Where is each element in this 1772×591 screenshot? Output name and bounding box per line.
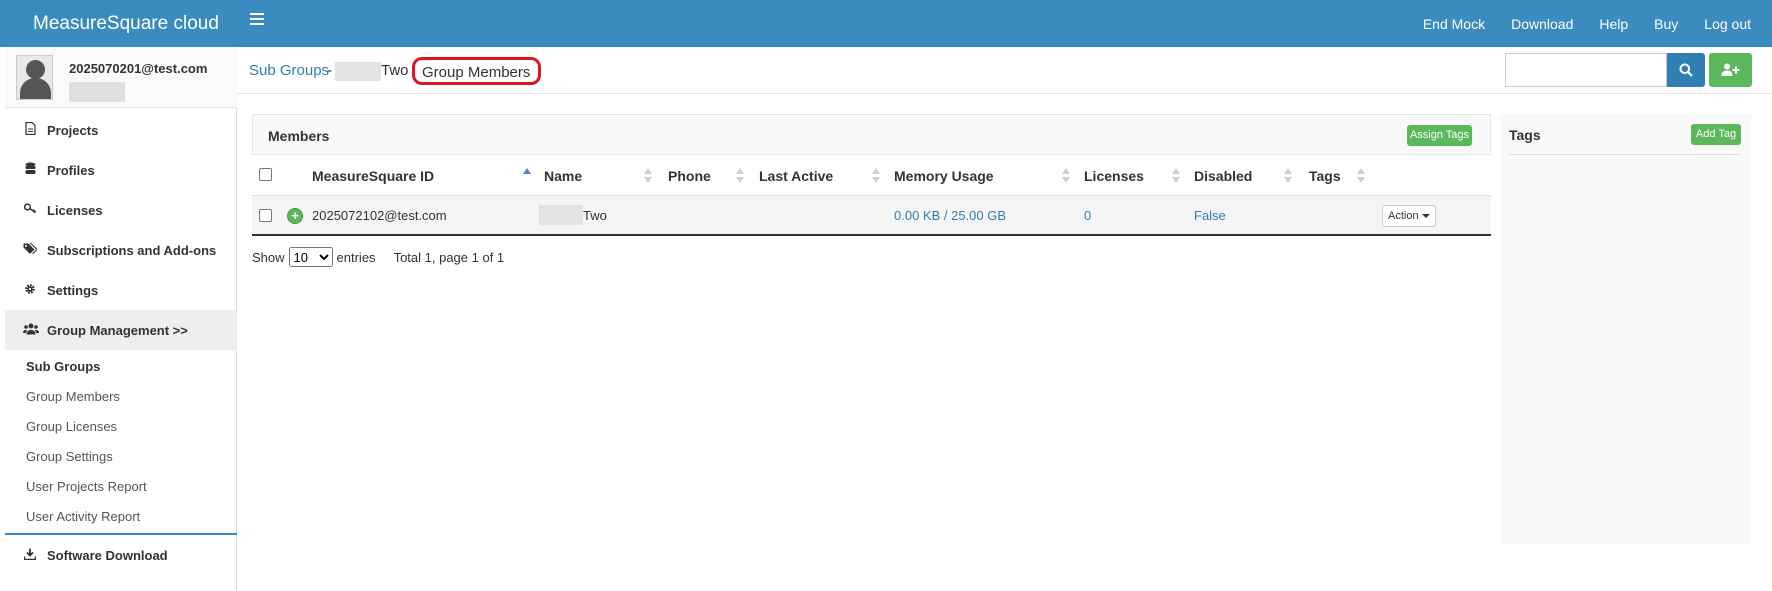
subnav-user-activity-report[interactable]: User Activity Report [26, 509, 140, 524]
sort-icon[interactable] [1284, 166, 1292, 186]
col-tags[interactable]: Tags [1309, 168, 1341, 184]
search-icon [1679, 63, 1693, 77]
sort-icon[interactable] [1062, 166, 1070, 186]
select-all-checkbox[interactable] [259, 168, 272, 181]
cell-memory-usage-link[interactable]: 0.00 KB / 25.00 GB [894, 208, 1006, 223]
sort-asc-icon[interactable] [523, 166, 531, 186]
redacted-member-name [539, 205, 583, 225]
key-icon [23, 203, 37, 217]
end-mock-link[interactable]: End Mock [1423, 16, 1485, 32]
download-link[interactable]: Download [1511, 16, 1573, 32]
gear-icon [23, 283, 37, 298]
entries-label: entries [336, 249, 376, 265]
assign-tags-button[interactable]: Assign Tags [1407, 125, 1472, 146]
subnav-group-members[interactable]: Group Members [26, 389, 120, 404]
pagination-info: Show 10 entries Total 1, page 1 of 1 [252, 247, 504, 267]
col-last-active[interactable]: Last Active [759, 168, 833, 184]
sidebar-item-group-management[interactable]: Group Management >> [5, 310, 237, 350]
sidebar-item-profiles[interactable]: Profiles [5, 150, 237, 190]
members-title: Members [268, 128, 330, 144]
cell-measuresquare-id: 2025072102@test.com [312, 208, 447, 223]
logout-link[interactable]: Log out [1704, 16, 1751, 32]
sidebar-item-settings[interactable]: Settings [5, 270, 237, 310]
tags-title: Tags [1509, 127, 1541, 143]
subnav-group-settings[interactable]: Group Settings [26, 449, 113, 464]
buy-link[interactable]: Buy [1654, 16, 1678, 32]
top-navbar: MeasureSquare cloud End Mock Download He… [0, 0, 1772, 47]
brand-logo[interactable]: MeasureSquare cloud [0, 0, 237, 47]
members-panel-header: Members Assign Tags [252, 114, 1491, 155]
cell-name: Two [583, 208, 607, 223]
add-user-button[interactable] [1709, 53, 1752, 87]
breadcrumb-sub-groups-link[interactable]: Sub Groups [249, 62, 329, 79]
avatar[interactable] [16, 55, 53, 100]
subnav-user-projects-report[interactable]: User Projects Report [26, 479, 147, 494]
action-label: Action [1388, 210, 1419, 222]
add-tag-button[interactable]: Add Tag [1691, 124, 1741, 145]
sort-icon[interactable] [644, 166, 652, 186]
redacted-user-name [69, 82, 125, 102]
tags-panel: Tags Add Tag [1500, 114, 1751, 544]
sidebar-item-projects[interactable]: Projects [5, 110, 237, 150]
breadcrumb-separator: - [327, 62, 332, 79]
col-measuresquare-id[interactable]: MeasureSquare ID [312, 168, 434, 184]
help-link[interactable]: Help [1599, 16, 1628, 32]
sidebar-item-label: Licenses [47, 202, 103, 218]
sidebar-item-software-download[interactable]: Software Download [5, 535, 237, 575]
tags-divider [1509, 154, 1741, 155]
total-pages-text: Total 1, page 1 of 1 [393, 249, 505, 265]
sidebar-item-licenses[interactable]: Licenses [5, 190, 237, 230]
sidebar-item-label: Group Management >> [47, 322, 188, 338]
breadcrumb: Sub Groups - Two Group Members [237, 47, 1772, 94]
col-licenses[interactable]: Licenses [1084, 168, 1144, 184]
sort-icon[interactable] [1172, 166, 1180, 186]
add-user-icon [1721, 63, 1740, 76]
sidebar-item-label: Software Download [47, 547, 168, 563]
table-header: MeasureSquare ID Name Phone Last Active … [252, 156, 1491, 196]
sidebar: 2025070201@test.com Projects Profiles Li… [5, 47, 237, 591]
sidebar-item-label: Settings [47, 282, 99, 298]
show-label: Show [252, 249, 285, 265]
top-nav-links: End Mock Download Help Buy Log out [1423, 0, 1772, 47]
sidebar-item-subscriptions[interactable]: Subscriptions and Add-ons [5, 230, 237, 270]
col-phone[interactable]: Phone [668, 168, 711, 184]
menu-toggle-icon[interactable] [250, 13, 264, 27]
table-row[interactable]: + 2025072102@test.com Two 0.00 KB / 25.0… [252, 196, 1491, 236]
page-title: Group Members [412, 57, 542, 85]
search-button[interactable] [1667, 53, 1705, 87]
search-input[interactable] [1505, 53, 1667, 87]
subnav-group-licenses[interactable]: Group Licenses [26, 419, 117, 434]
cell-disabled-link[interactable]: False [1194, 208, 1226, 223]
sort-icon[interactable] [1357, 166, 1365, 186]
sidebar-item-label: Profiles [47, 162, 95, 178]
user-profile: 2025070201@test.com [5, 47, 237, 108]
expand-plus-icon[interactable]: + [287, 208, 303, 224]
user-email: 2025070201@test.com [69, 61, 208, 76]
tags-icon [23, 242, 38, 258]
col-name[interactable]: Name [544, 168, 582, 184]
database-icon [23, 162, 37, 178]
row-checkbox[interactable] [259, 209, 272, 222]
sidebar-item-label: Projects [47, 122, 99, 138]
sort-icon[interactable] [872, 166, 880, 186]
caret-down-icon [1421, 214, 1430, 219]
sidebar-item-label: Subscriptions and Add-ons [47, 242, 217, 258]
breadcrumb-group-name: Two [381, 62, 409, 79]
cell-licenses-link[interactable]: 0 [1084, 208, 1091, 223]
file-icon [23, 121, 37, 138]
col-memory-usage[interactable]: Memory Usage [894, 168, 994, 184]
action-dropdown-button[interactable]: Action [1382, 205, 1436, 227]
users-icon [23, 323, 39, 338]
redacted-group-name [335, 62, 381, 81]
page-size-select[interactable]: 10 [288, 247, 333, 267]
sort-icon[interactable] [736, 166, 744, 186]
download-icon [23, 548, 37, 563]
col-disabled[interactable]: Disabled [1194, 168, 1252, 184]
subnav-sub-groups[interactable]: Sub Groups [26, 359, 100, 374]
